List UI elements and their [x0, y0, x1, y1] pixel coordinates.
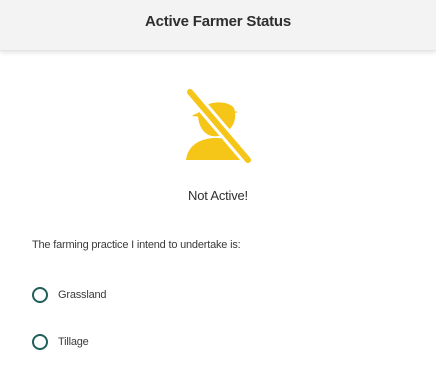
tillage-label: Tillage [58, 336, 89, 348]
grassland-label: Grassland [58, 289, 107, 301]
page-title: Active Farmer Status [144, 13, 292, 30]
header-bar: Active Farmer Status [0, 0, 436, 51]
page: Active Farmer Status Not Active! The far… [0, 0, 436, 368]
tillage-radio[interactable] [32, 334, 48, 350]
grassland-radio[interactable] [32, 287, 48, 303]
practice-question: The farming practice I intend to underta… [32, 239, 241, 251]
option-grassland[interactable]: Grassland [32, 287, 107, 303]
farmer-not-active-icon [180, 86, 254, 166]
option-tillage[interactable]: Tillage [32, 334, 89, 350]
status-text: Not Active! [188, 188, 248, 203]
